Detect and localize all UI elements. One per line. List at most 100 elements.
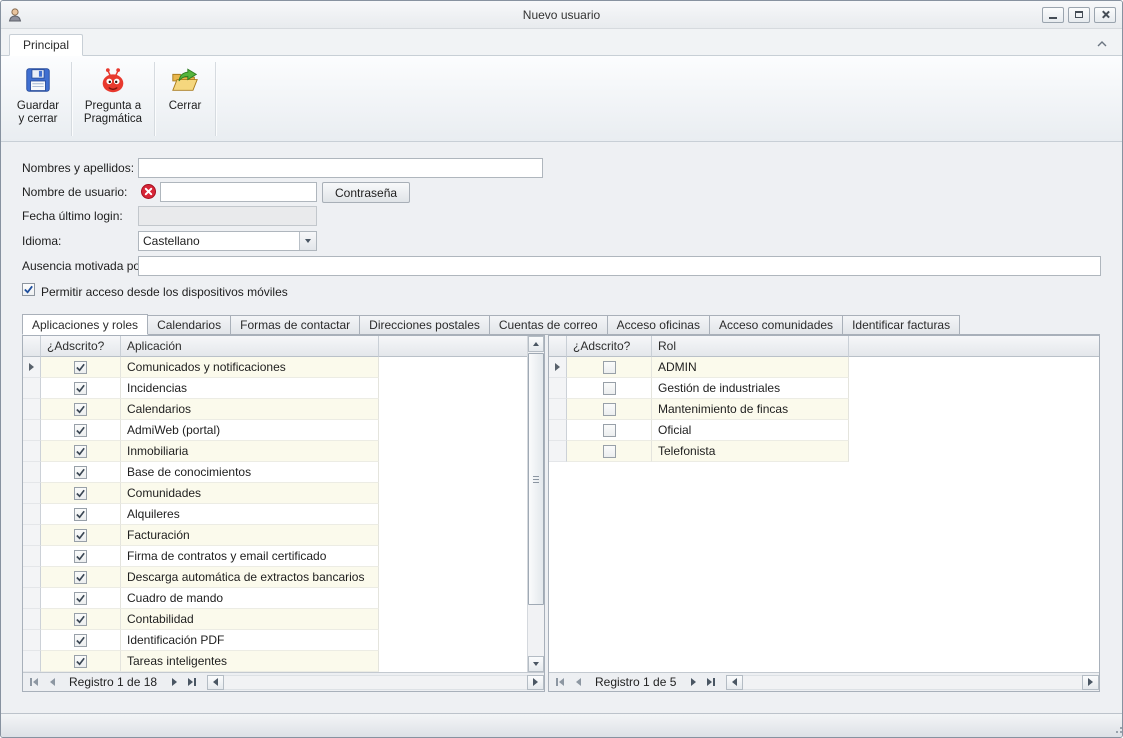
table-row[interactable]: Descarga automática de extractos bancari… <box>23 567 527 588</box>
row-checkbox[interactable] <box>74 445 87 458</box>
row-checkbox[interactable] <box>74 466 87 479</box>
last-record-button[interactable] <box>702 674 720 690</box>
tab-identificar-facturas[interactable]: Identificar facturas <box>842 315 960 335</box>
row-checkbox[interactable] <box>603 361 616 374</box>
horizontal-scrollbar[interactable] <box>726 674 1099 691</box>
previous-record-button[interactable] <box>569 674 587 690</box>
titlebar[interactable]: Nuevo usuario <box>1 1 1122 29</box>
ribbon-collapse-button[interactable] <box>1092 36 1112 52</box>
row-checkbox[interactable] <box>74 550 87 563</box>
row-checkbox[interactable] <box>603 382 616 395</box>
table-row[interactable]: ADMIN <box>549 357 1099 378</box>
table-row[interactable]: Comunidades <box>23 483 527 504</box>
horizontal-scrollbar-track[interactable] <box>224 675 527 690</box>
record-status: Registro 1 de 5 <box>587 675 684 689</box>
minimize-button[interactable] <box>1042 7 1064 23</box>
row-checkbox[interactable] <box>603 424 616 437</box>
tab-aplicaciones-y-roles[interactable]: Aplicaciones y roles <box>22 314 148 335</box>
tab-formas-de-contactar[interactable]: Formas de contactar <box>230 315 360 335</box>
row-checkbox[interactable] <box>603 403 616 416</box>
horizontal-scrollbar-track[interactable] <box>743 675 1082 690</box>
close-form-button[interactable]: Cerrar <box>159 59 211 139</box>
horizontal-scrollbar[interactable] <box>207 674 544 691</box>
row-checkbox[interactable] <box>74 424 87 437</box>
last-record-button[interactable] <box>183 674 201 690</box>
tab-acceso-oficinas[interactable]: Acceso oficinas <box>607 315 710 335</box>
row-checkbox[interactable] <box>74 592 87 605</box>
table-row[interactable]: Comunicados y notificaciones <box>23 357 527 378</box>
scroll-up-button[interactable] <box>528 336 544 352</box>
adscrito-cell <box>41 399 121 420</box>
row-indicator <box>23 567 41 588</box>
ask-pragmatica-button[interactable]: Pregunta a Pragmática <box>76 59 150 139</box>
row-label: Cuadro de mando <box>121 588 379 609</box>
next-record-button[interactable] <box>165 674 183 690</box>
table-row[interactable]: Facturación <box>23 525 527 546</box>
ribbon-tab-principal[interactable]: Principal <box>9 34 83 56</box>
adscrito-cell <box>41 462 121 483</box>
row-indicator <box>23 588 41 609</box>
column-header-rol[interactable]: Rol <box>652 336 849 357</box>
close-button[interactable] <box>1094 7 1116 23</box>
resize-grip[interactable] <box>1116 731 1118 733</box>
table-row[interactable]: Firma de contratos y email certificado <box>23 546 527 567</box>
row-checkbox[interactable] <box>74 613 87 626</box>
tab-direcciones-postales[interactable]: Direcciones postales <box>359 315 490 335</box>
column-header-aplicacion[interactable]: Aplicación <box>121 336 379 357</box>
first-record-button[interactable] <box>25 674 43 690</box>
table-row[interactable]: Telefonista <box>549 441 1099 462</box>
scrollbar-thumb[interactable] <box>528 353 544 605</box>
scrollbar-track[interactable] <box>528 352 544 656</box>
table-row[interactable]: Calendarios <box>23 399 527 420</box>
row-checkbox[interactable] <box>74 571 87 584</box>
row-checkbox[interactable] <box>74 487 87 500</box>
scroll-left-button[interactable] <box>207 675 224 690</box>
language-combobox[interactable]: Castellano <box>138 231 317 251</box>
table-row[interactable]: Incidencias <box>23 378 527 399</box>
table-row[interactable]: Mantenimiento de fincas <box>549 399 1099 420</box>
row-checkbox[interactable] <box>74 403 87 416</box>
check-icon <box>75 530 86 541</box>
row-checkbox[interactable] <box>74 361 87 374</box>
row-checkbox[interactable] <box>74 634 87 647</box>
full-name-input[interactable] <box>138 158 543 178</box>
table-row[interactable]: Inmobiliaria <box>23 441 527 462</box>
user-app-icon <box>7 6 25 24</box>
row-checkbox[interactable] <box>74 382 87 395</box>
absence-input[interactable] <box>138 256 1101 276</box>
password-button[interactable]: Contraseña <box>322 182 410 203</box>
save-and-close-button[interactable]: Guardar y cerrar <box>9 59 67 139</box>
previous-record-button[interactable] <box>43 674 61 690</box>
row-checkbox[interactable] <box>603 445 616 458</box>
row-checkbox[interactable] <box>74 655 87 668</box>
table-row[interactable]: Contabilidad <box>23 609 527 630</box>
maximize-button[interactable] <box>1068 7 1090 23</box>
column-header-adscrito[interactable]: ¿Adscrito? <box>567 336 652 357</box>
scroll-right-button[interactable] <box>1082 675 1099 690</box>
username-label: Nombre de usuario: <box>22 182 127 202</box>
row-label: Contabilidad <box>121 609 379 630</box>
row-checkbox[interactable] <box>74 529 87 542</box>
table-row[interactable]: Base de conocimientos <box>23 462 527 483</box>
table-row[interactable]: Gestión de industriales <box>549 378 1099 399</box>
tab-cuentas-de-correo[interactable]: Cuentas de correo <box>489 315 608 335</box>
table-row[interactable]: Cuadro de mando <box>23 588 527 609</box>
table-row[interactable]: Alquileres <box>23 504 527 525</box>
table-row[interactable]: Oficial <box>549 420 1099 441</box>
tab-calendarios[interactable]: Calendarios <box>147 315 231 335</box>
table-row[interactable]: Identificación PDF <box>23 630 527 651</box>
next-record-button[interactable] <box>684 674 702 690</box>
applications-grid-vertical-scrollbar[interactable] <box>527 336 544 672</box>
username-input[interactable] <box>160 182 317 202</box>
row-checkbox[interactable] <box>74 508 87 521</box>
column-header-adscrito[interactable]: ¿Adscrito? <box>41 336 121 357</box>
scroll-left-button[interactable] <box>726 675 743 690</box>
language-dropdown-button[interactable] <box>299 232 316 250</box>
scroll-down-button[interactable] <box>528 656 544 672</box>
mobile-access-checkbox[interactable] <box>22 283 35 296</box>
tab-acceso-comunidades[interactable]: Acceso comunidades <box>709 315 843 335</box>
table-row[interactable]: AdmiWeb (portal) <box>23 420 527 441</box>
table-row[interactable]: Tareas inteligentes <box>23 651 527 672</box>
scroll-right-button[interactable] <box>527 675 544 690</box>
first-record-button[interactable] <box>551 674 569 690</box>
